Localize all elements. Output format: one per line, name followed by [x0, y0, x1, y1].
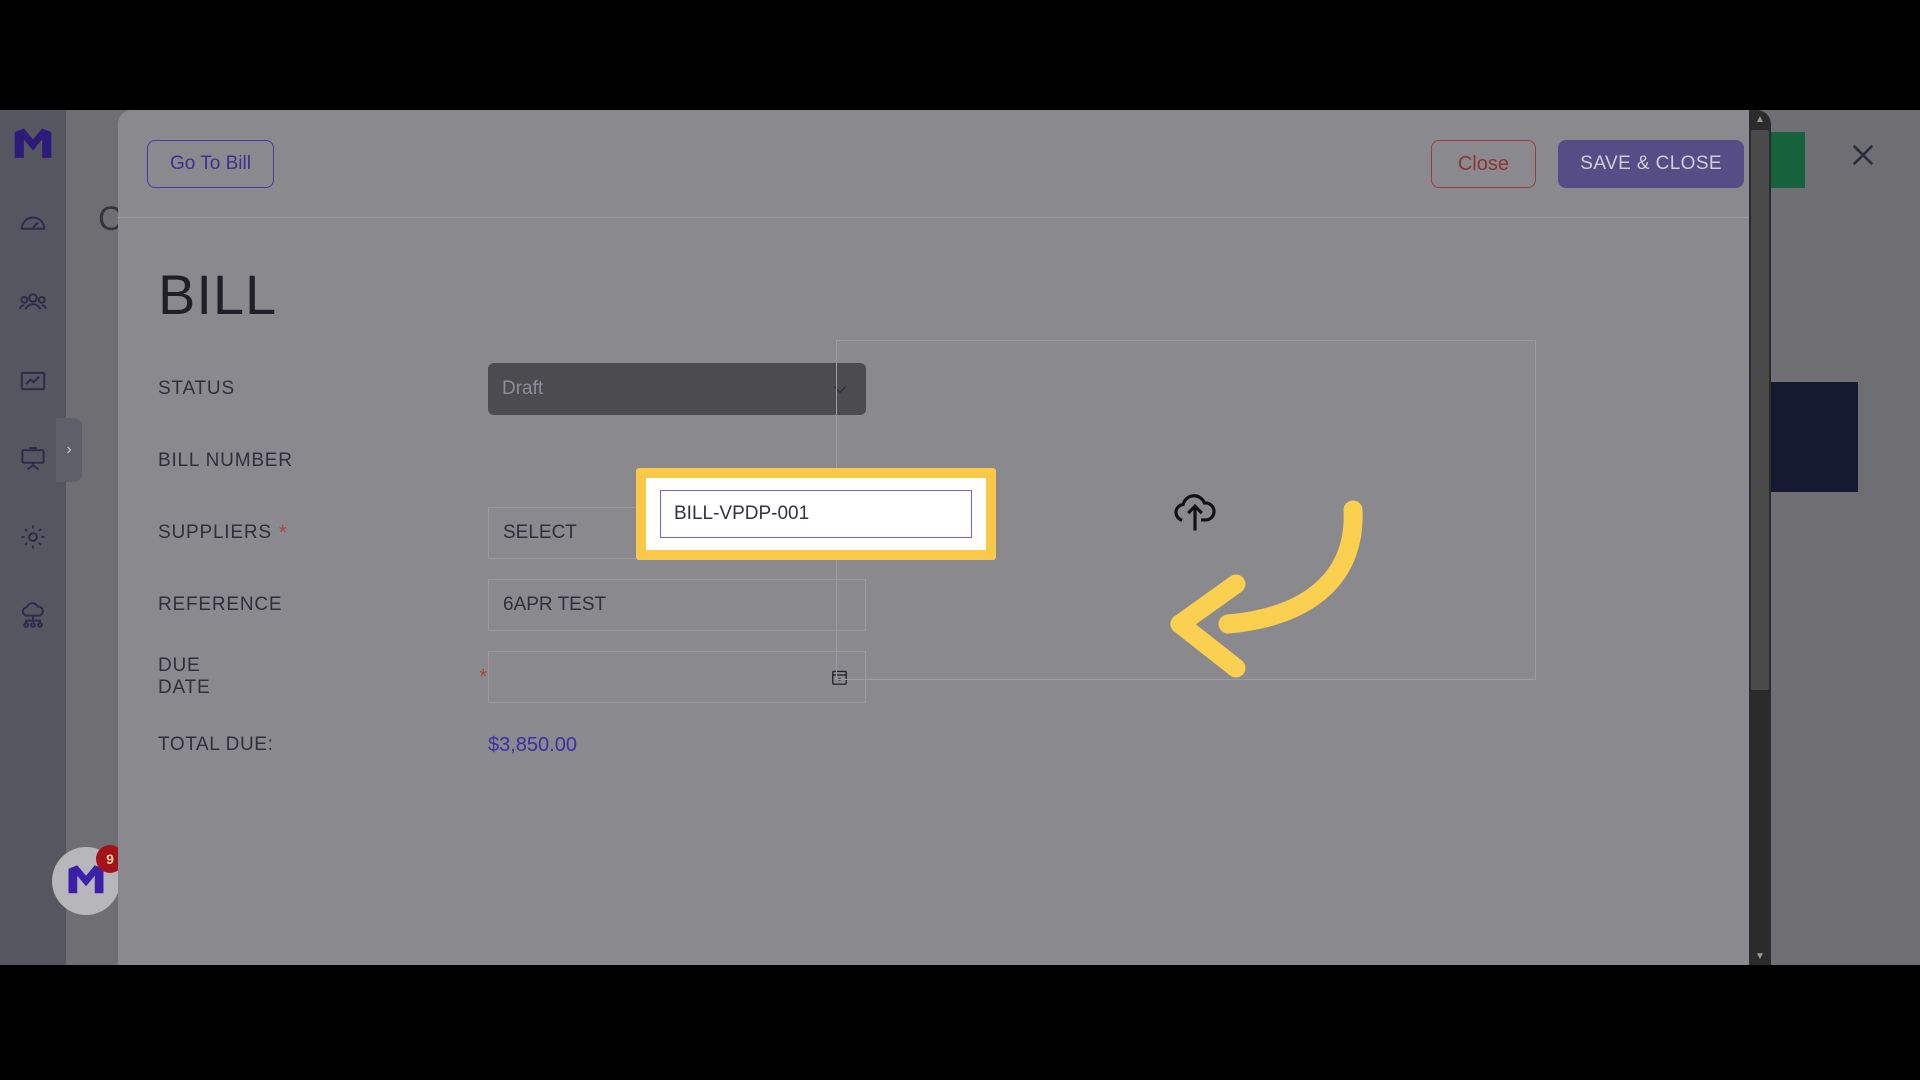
sidebar-expand-chevron-icon[interactable]: › — [56, 418, 82, 482]
bill-number-highlight-inner: BILL-VPDP-001 — [646, 478, 986, 550]
bill-number-highlight: BILL-VPDP-001 — [636, 468, 996, 560]
required-asterisk: * — [479, 665, 488, 688]
bill-number-input[interactable]: BILL-VPDP-001 — [660, 490, 972, 538]
suppliers-label: SUPPLIERS * — [158, 521, 288, 544]
letterbox-top — [0, 0, 1920, 110]
due-date-label: DUE DATE * — [158, 655, 488, 698]
reference-label: REFERENCE — [158, 594, 283, 615]
bill-modal: Go To Bill Close SAVE & CLOSE BILL STATU… — [118, 110, 1771, 965]
status-select[interactable]: Draft — [488, 363, 866, 415]
status-label: STATUS — [158, 378, 235, 399]
due-date-input[interactable] — [488, 651, 866, 703]
bill-number-label: BILL NUMBER — [158, 450, 293, 471]
left-sidebar — [0, 110, 66, 965]
sidebar-item-settings[interactable] — [11, 515, 55, 559]
scrollbar-thumb[interactable] — [1751, 130, 1769, 690]
total-due-label: TOTAL DUE: — [158, 734, 274, 755]
reference-input[interactable]: 6APR TEST — [488, 579, 866, 631]
total-due-value: $3,850.00 — [488, 733, 577, 756]
modal-body: BILL STATUS Draft BILL NUMBER SUPPLIERS … — [118, 218, 1771, 777]
modal-scrollbar[interactable]: ▲ ▼ — [1749, 110, 1771, 965]
modal-header: Go To Bill Close SAVE & CLOSE — [118, 110, 1771, 218]
cloud-upload-icon — [1166, 481, 1224, 539]
save-and-close-button[interactable]: SAVE & CLOSE — [1558, 140, 1744, 188]
scroll-up-arrow-icon[interactable]: ▲ — [1749, 110, 1771, 128]
sidebar-item-integrations[interactable] — [11, 593, 55, 637]
background-card-secondary — [1758, 382, 1858, 492]
user-avatar[interactable]: 9 — [52, 845, 124, 915]
sidebar-item-projects[interactable] — [11, 437, 55, 481]
scroll-down-arrow-icon[interactable]: ▼ — [1749, 947, 1771, 965]
sidebar-item-people[interactable] — [11, 281, 55, 325]
screenshot-stage: › C 9 Go To Bill Close SAVE & CLOSE BILL… — [0, 0, 1920, 1080]
sidebar-item-reports[interactable] — [11, 359, 55, 403]
sidebar-item-dashboard[interactable] — [11, 203, 55, 247]
sidebar-logo-icon[interactable] — [11, 126, 55, 169]
close-button[interactable]: Close — [1430, 140, 1536, 188]
app-viewport: › C 9 Go To Bill Close SAVE & CLOSE BILL… — [0, 110, 1920, 965]
total-due-row: TOTAL DUE: $3,850.00 — [158, 713, 958, 777]
close-x-icon[interactable] — [1846, 138, 1880, 172]
letterbox-bottom — [0, 965, 1920, 1080]
page-title: BILL — [158, 263, 278, 326]
go-to-bill-button[interactable]: Go To Bill — [147, 140, 274, 188]
required-asterisk: * — [278, 521, 288, 544]
